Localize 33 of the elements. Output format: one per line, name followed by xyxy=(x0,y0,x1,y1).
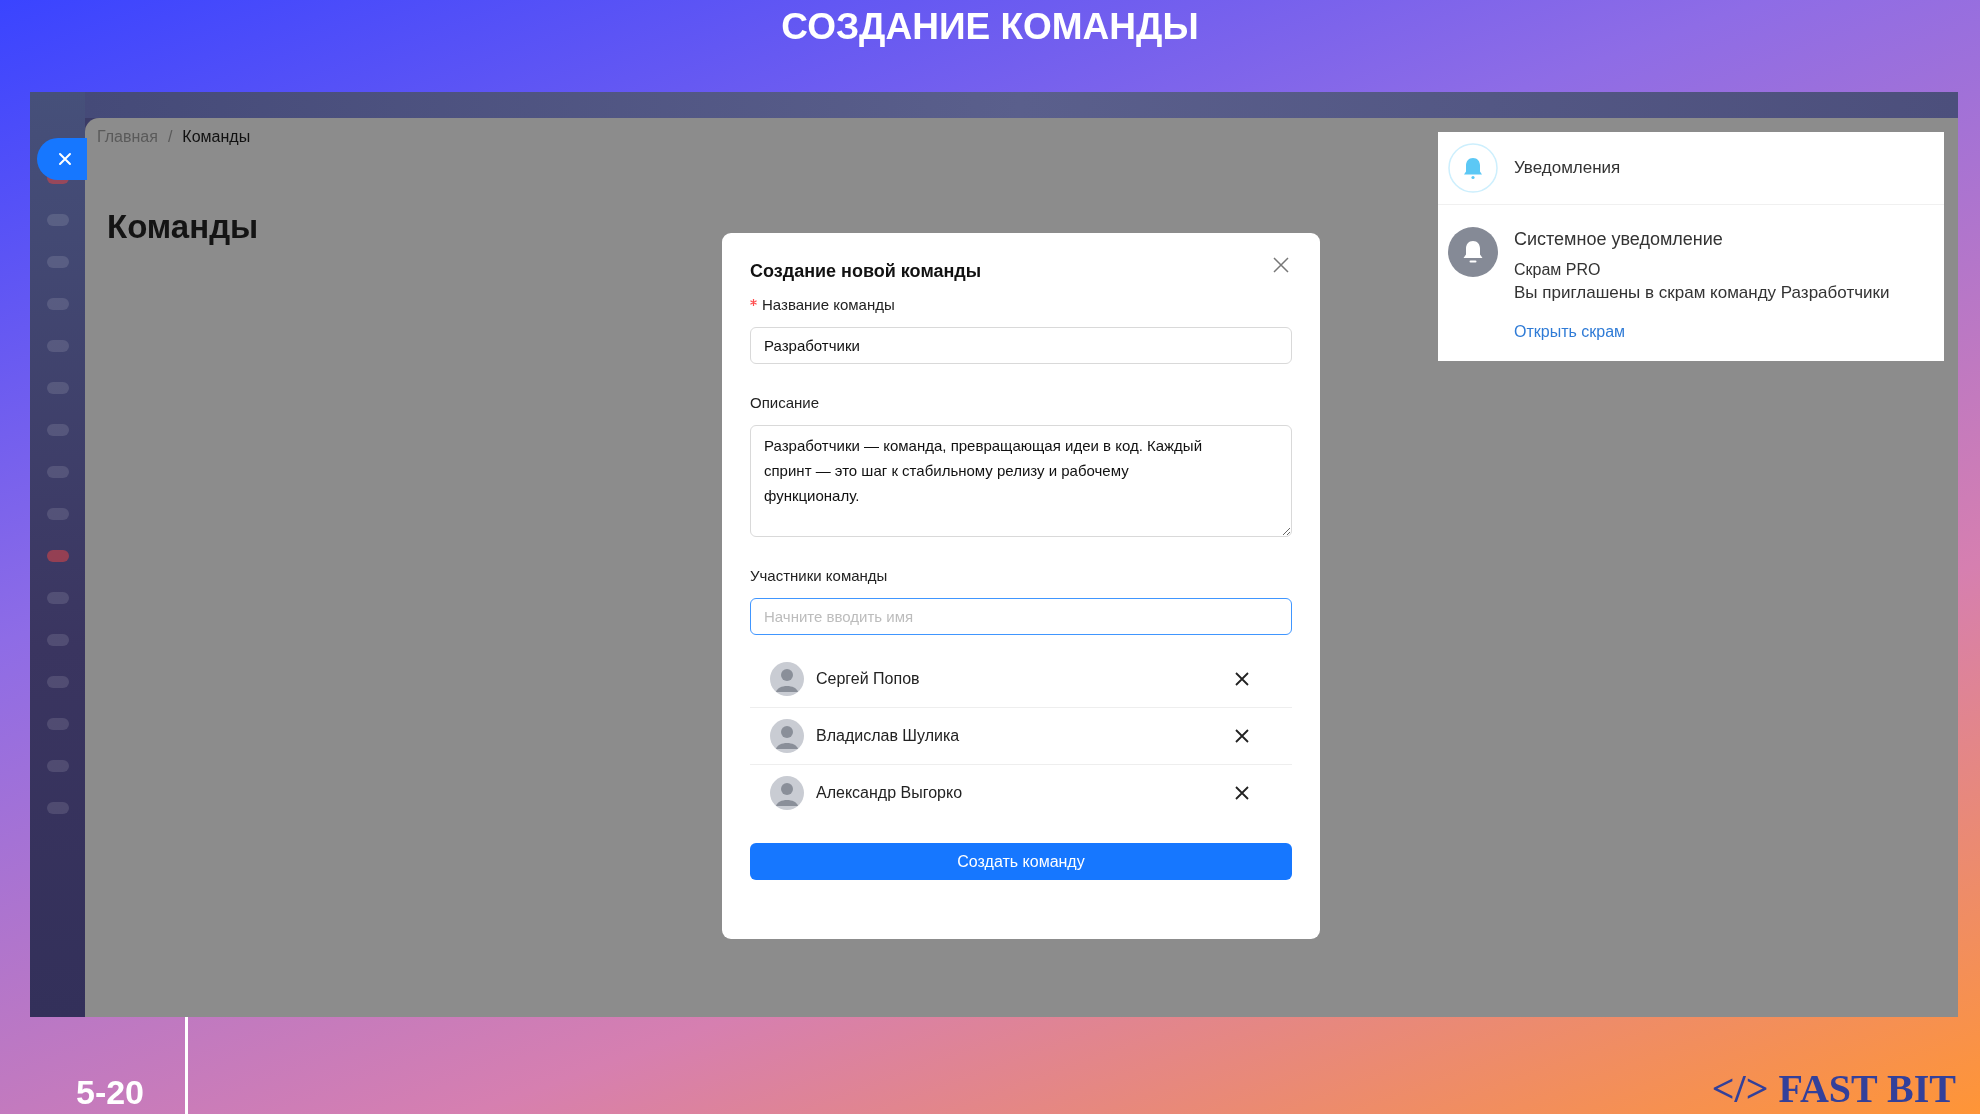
open-scrum-link[interactable]: Открыть скрам xyxy=(1514,323,1626,341)
member-name: Владислав Шулика xyxy=(816,727,961,745)
page-title: Команды xyxy=(106,208,259,246)
notifications-title: Уведомления xyxy=(1514,158,1621,178)
input-field[interactable]: Разработчики xyxy=(750,327,1292,364)
slide-title: СОЗДАНИЕ КОМАНДЫ xyxy=(781,6,1199,48)
logo-text: </> FAST BIT xyxy=(1711,1065,1956,1112)
bell-icon xyxy=(1448,227,1498,277)
field-label: Участники команды xyxy=(750,567,888,584)
bell-icon xyxy=(1448,143,1498,193)
field-label: Описание xyxy=(750,394,820,411)
close-icon[interactable] xyxy=(1273,257,1289,273)
member-name: Сергей Попов xyxy=(816,670,921,688)
breadcrumb-link[interactable]: Команды xyxy=(182,128,251,146)
avatar-icon xyxy=(770,662,804,696)
remove-icon[interactable] xyxy=(1235,786,1249,800)
notification-message: Вы приглашены в скрам команду Разработчики xyxy=(1514,283,1890,303)
modal-title: Создание новой команды xyxy=(750,261,982,282)
input-field[interactable]: Начните вводить имя xyxy=(750,598,1292,635)
remove-icon[interactable] xyxy=(1235,672,1249,686)
avatar-icon xyxy=(770,776,804,810)
notification-source: Скрам PRO xyxy=(1514,261,1602,279)
create-team-button[interactable]: Создать команду xyxy=(750,843,1292,880)
close-sidebar-button[interactable] xyxy=(37,138,87,180)
notification-title: Системное уведомление xyxy=(1514,229,1724,250)
description-field[interactable]: Разработчики — команда, превращающая идеи в код. Каждый спринт — это шаг к стабильному релизу и рабочему функционалу. xyxy=(750,425,1292,537)
field-label: Название команды xyxy=(762,296,895,313)
member-name: Александр Выгорко xyxy=(816,784,964,802)
remove-icon[interactable] xyxy=(1235,729,1249,743)
avatar-icon xyxy=(770,719,804,753)
page-number: 5-20 xyxy=(74,1073,146,1112)
close-icon xyxy=(58,152,72,166)
breadcrumb-separator: / xyxy=(167,128,173,146)
